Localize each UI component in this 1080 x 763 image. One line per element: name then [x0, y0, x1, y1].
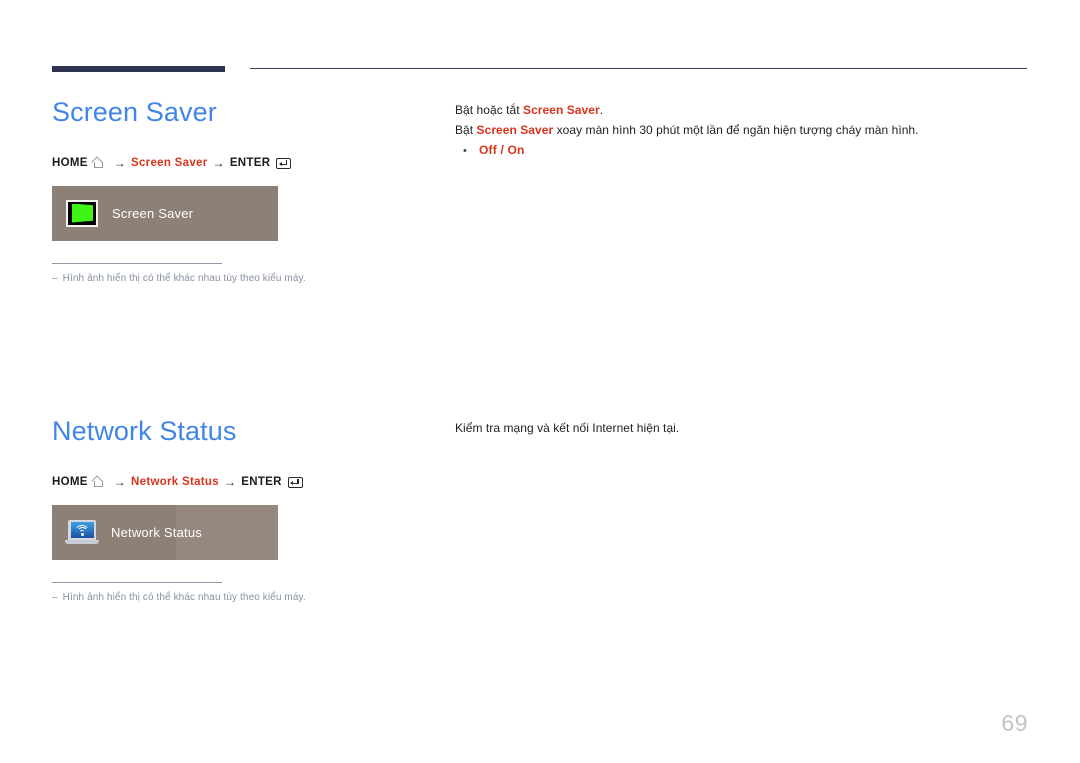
path-home-label: HOME — [52, 476, 88, 488]
description-line-1: Kiểm tra mạng và kết nối Internet hiện t… — [455, 421, 680, 435]
home-icon — [93, 476, 106, 488]
path-target-label: Network Status — [131, 476, 219, 488]
footnote-dash: – — [52, 273, 58, 284]
page-header-rules — [0, 0, 1080, 80]
page-title-network-status: Network Status — [52, 416, 237, 446]
desc-2-highlight: Screen Saver — [476, 123, 554, 137]
bullet-icon: • — [463, 145, 467, 157]
path-target-label: Screen Saver — [131, 157, 208, 169]
description-screen-saver: Bật hoặc tắt Screen Saver. Bật Screen Sa… — [455, 100, 919, 157]
footnote-network-status: – Hình ảnh hiển thị có thể khác nhau tùy … — [52, 582, 432, 603]
page-title-screen-saver: Screen Saver — [52, 97, 217, 127]
header-accent-bar — [52, 66, 225, 72]
desc-1-highlight: Screen Saver — [523, 103, 600, 117]
footnote-text: Hình ảnh hiển thị có thể khác nhau tùy t… — [62, 592, 306, 603]
path-arrow-2: → — [223, 475, 237, 489]
network-status-icon — [65, 519, 99, 546]
desc-1-post: . — [599, 103, 604, 117]
path-home-label: HOME — [52, 157, 88, 169]
header-divider-line — [250, 68, 1027, 69]
description-line-2: Bật Screen Saver xoay màn hình 30 phút m… — [455, 120, 919, 140]
menu-preview-network-status[interactable]: Network Status — [52, 505, 278, 560]
path-arrow-2: → — [212, 156, 225, 170]
option-values: Off / On — [479, 143, 525, 157]
path-arrow-1: → — [113, 156, 127, 170]
footnote-rule — [52, 582, 222, 583]
desc-2-post: xoay màn hình 30 phút một lần để ngăn hi… — [553, 123, 919, 137]
section-network-status: Network Status HOME → Network Status → E… — [52, 415, 432, 603]
enter-key-icon — [276, 157, 292, 169]
enter-key-icon — [287, 476, 303, 488]
screen-saver-icon — [66, 200, 98, 227]
page-number: 69 — [1001, 710, 1028, 736]
menu-preview-label: Network Status — [111, 525, 202, 540]
menu-path-network-status: HOME → Network Status → ENTER — [52, 475, 432, 489]
path-arrow-1: → — [113, 475, 127, 489]
menu-preview-screen-saver[interactable]: Screen Saver — [52, 186, 278, 241]
description-network-status: Kiểm tra mạng và kết nối Internet hiện t… — [455, 418, 679, 438]
footnote-text-row: – Hình ảnh hiển thị có thể khác nhau tùy … — [52, 273, 432, 284]
menu-preview-label: Screen Saver — [112, 206, 194, 221]
footnote-text: Hình ảnh hiển thị có thể khác nhau tùy t… — [62, 273, 306, 284]
section-screen-saver: Screen Saver HOME → Screen Saver → ENTER… — [52, 96, 432, 284]
path-enter-label: ENTER — [241, 476, 282, 488]
option-list-item: • Off / On — [463, 143, 919, 157]
home-icon — [93, 157, 106, 169]
footnote-screen-saver: – Hình ảnh hiển thị có thể khác nhau tùy … — [52, 263, 432, 284]
footnote-rule — [52, 263, 222, 264]
menu-path-screen-saver: HOME → Screen Saver → ENTER — [52, 156, 432, 170]
description-line-1: Bật hoặc tắt Screen Saver. — [455, 100, 919, 120]
desc-1-pre: Bật hoặc tắt — [455, 103, 524, 117]
footnote-text-row: – Hình ảnh hiển thị có thể khác nhau tùy … — [52, 592, 432, 603]
path-enter-label: ENTER — [229, 157, 271, 169]
desc-2-pre: Bật — [455, 123, 477, 137]
footnote-dash: – — [52, 592, 58, 603]
